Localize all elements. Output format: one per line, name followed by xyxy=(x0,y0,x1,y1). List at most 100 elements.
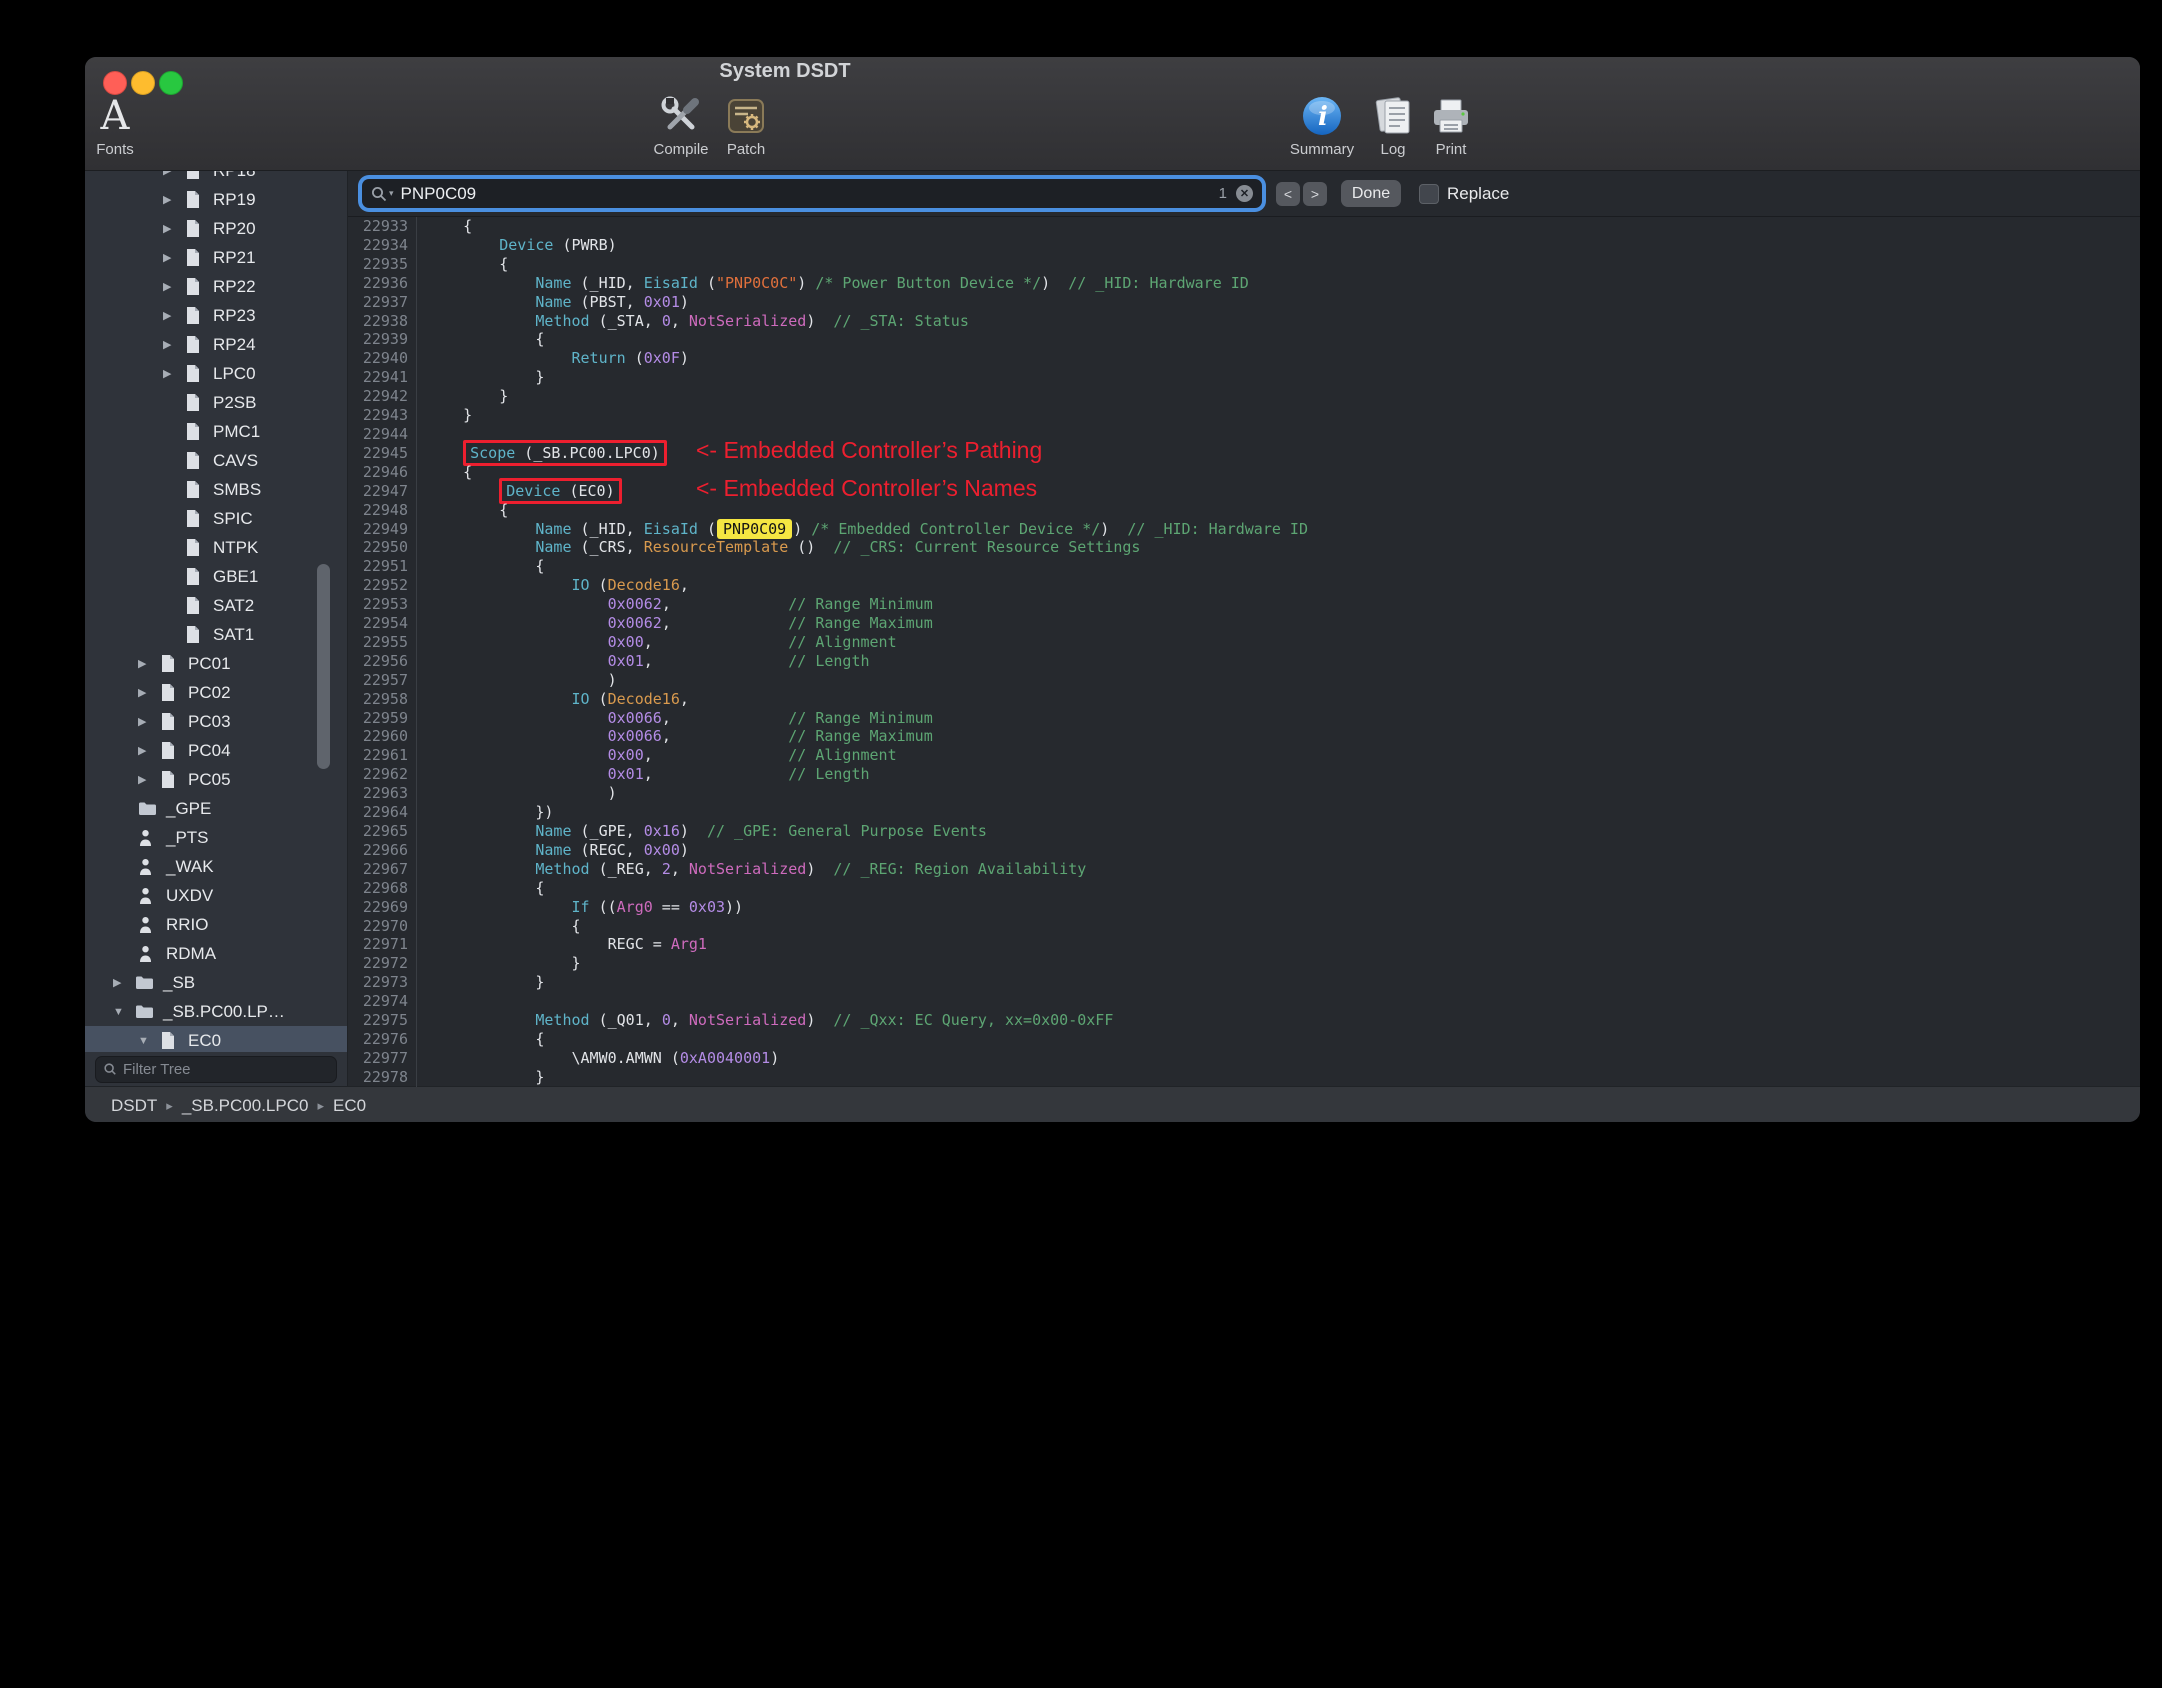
find-next-button[interactable]: > xyxy=(1303,181,1327,206)
code-line[interactable]: 22940 Return (0x0F) xyxy=(348,349,2140,368)
code-line[interactable]: 22964 }) xyxy=(348,803,2140,822)
tree-item-rrio[interactable]: RRIO xyxy=(85,910,347,939)
zoom-button[interactable] xyxy=(159,71,183,95)
tree-item-pc03[interactable]: ▶ PC03 xyxy=(85,707,347,736)
code-editor[interactable]: 22933 {22934 Device (PWRB) 22935 {22936 N… xyxy=(348,217,2140,1087)
code-line[interactable]: 22950 Name (_CRS, ResourceTemplate () //… xyxy=(348,538,2140,557)
done-button[interactable]: Done xyxy=(1341,180,1401,207)
code-line[interactable]: 22977 \AMW0.AMWN (0xA0040001) xyxy=(348,1049,2140,1068)
tree-item-rdma[interactable]: RDMA xyxy=(85,939,347,968)
tree-item-_wak[interactable]: _WAK xyxy=(85,852,347,881)
code-line[interactable]: 22937 Name (PBST, 0x01) xyxy=(348,293,2140,312)
disclosure-right-icon[interactable]: ▶ xyxy=(163,251,185,264)
search-field[interactable]: ▾ 1 ✕ xyxy=(362,179,1262,208)
disclosure-right-icon[interactable]: ▶ xyxy=(138,744,160,757)
code-line[interactable]: 22967 Method (_REG, 2, NotSerialized) //… xyxy=(348,860,2140,879)
code-line[interactable]: 22933 { xyxy=(348,217,2140,236)
code-line[interactable]: 22935 { xyxy=(348,255,2140,274)
close-button[interactable] xyxy=(103,71,127,95)
code-line[interactable]: 22943 } xyxy=(348,406,2140,425)
tree-item-uxdv[interactable]: UXDV xyxy=(85,881,347,910)
code-line[interactable]: 22960 0x0066, // Range Maximum xyxy=(348,727,2140,746)
disclosure-right-icon[interactable]: ▶ xyxy=(163,280,185,293)
clear-search-button[interactable]: ✕ xyxy=(1236,185,1253,202)
tree-item-_sb.pc00.lp…[interactable]: ▼ _SB.PC00.LP… xyxy=(85,997,347,1026)
disclosure-right-icon[interactable]: ▶ xyxy=(163,367,185,380)
breadcrumb-dsdt[interactable]: DSDT xyxy=(111,1096,157,1116)
code-line[interactable]: 22952 IO (Decode16, xyxy=(348,576,2140,595)
tree-item-lpc0[interactable]: ▶ LPC0 xyxy=(85,359,347,388)
tree-item-rp22[interactable]: ▶ RP22 xyxy=(85,272,347,301)
tree-item-ec0[interactable]: ▼ EC0 xyxy=(85,1026,347,1052)
code-line[interactable]: 22959 0x0066, // Range Minimum xyxy=(348,709,2140,728)
tree-item-rp20[interactable]: ▶ RP20 xyxy=(85,214,347,243)
search-input[interactable] xyxy=(398,182,1214,205)
disclosure-right-icon[interactable]: ▶ xyxy=(138,657,160,670)
code-line[interactable]: 22973 } xyxy=(348,973,2140,992)
code-line[interactable]: 22953 0x0062, // Range Minimum xyxy=(348,595,2140,614)
code-line[interactable]: 22948 { xyxy=(348,501,2140,520)
tree-item-gbe1[interactable]: GBE1 xyxy=(85,562,347,591)
code-line[interactable]: 22941 } xyxy=(348,368,2140,387)
code-line[interactable]: 22976 { xyxy=(348,1030,2140,1049)
disclosure-right-icon[interactable]: ▶ xyxy=(163,171,185,177)
disclosure-down-icon[interactable]: ▼ xyxy=(138,1035,160,1047)
disclosure-right-icon[interactable]: ▶ xyxy=(163,338,185,351)
sidebar-scrollbar[interactable] xyxy=(317,564,330,769)
tree-item-pmc1[interactable]: PMC1 xyxy=(85,417,347,446)
tree-item-pc04[interactable]: ▶ PC04 xyxy=(85,736,347,765)
code-line[interactable]: 22936 Name (_HID, EisaId ("PNP0C0C") /* … xyxy=(348,274,2140,293)
tree-item-_pts[interactable]: _PTS xyxy=(85,823,347,852)
toolbar-print-button[interactable]: Print xyxy=(1396,93,1506,158)
tree-item-rp18[interactable]: ▶ RP18 xyxy=(85,171,347,185)
replace-checkbox[interactable] xyxy=(1419,183,1439,204)
disclosure-right-icon[interactable]: ▶ xyxy=(138,686,160,699)
disclosure-right-icon[interactable]: ▶ xyxy=(113,976,135,989)
code-line[interactable]: 22957 ) xyxy=(348,671,2140,690)
tree-item-rp19[interactable]: ▶ RP19 xyxy=(85,185,347,214)
code-line[interactable]: 22938 Method (_STA, 0, NotSerialized) //… xyxy=(348,312,2140,331)
code-line[interactable]: 22934 Device (PWRB) xyxy=(348,236,2140,255)
code-line[interactable]: 22969 If ((Arg0 == 0x03)) xyxy=(348,898,2140,917)
disclosure-right-icon[interactable]: ▶ xyxy=(163,309,185,322)
disclosure-right-icon[interactable]: ▶ xyxy=(138,773,160,786)
breadcrumb-ec0[interactable]: EC0 xyxy=(333,1096,366,1116)
find-previous-button[interactable]: < xyxy=(1276,181,1300,206)
disclosure-down-icon[interactable]: ▼ xyxy=(113,1006,135,1018)
code-line[interactable]: 22965 Name (_GPE, 0x16) // _GPE: General… xyxy=(348,822,2140,841)
code-line[interactable]: 22942 } xyxy=(348,387,2140,406)
tree-item-pc05[interactable]: ▶ PC05 xyxy=(85,765,347,794)
disclosure-right-icon[interactable]: ▶ xyxy=(138,715,160,728)
code-line[interactable]: 22945 Scope (_SB.PC00.LPC0) <- Embedded C… xyxy=(348,438,2140,466)
code-line[interactable]: 22947 Device (EC0) <- Embedded Controller… xyxy=(348,476,2140,504)
code-line[interactable]: 22975 Method (_Q01, 0, NotSerialized) //… xyxy=(348,1011,2140,1030)
code-line[interactable]: 22978 } xyxy=(348,1068,2140,1087)
code-line[interactable]: 22962 0x01, // Length xyxy=(348,765,2140,784)
tree-item-rp21[interactable]: ▶ RP21 xyxy=(85,243,347,272)
minimize-button[interactable] xyxy=(131,71,155,95)
tree-item-_sb[interactable]: ▶ _SB xyxy=(85,968,347,997)
code-line[interactable]: 22971 REGC = Arg1 xyxy=(348,935,2140,954)
tree-item-ntpk[interactable]: NTPK xyxy=(85,533,347,562)
code-line[interactable]: 22970 { xyxy=(348,917,2140,936)
tree-item-rp23[interactable]: ▶ RP23 xyxy=(85,301,347,330)
code-line[interactable]: 22956 0x01, // Length xyxy=(348,652,2140,671)
code-line[interactable]: 22954 0x0062, // Range Maximum xyxy=(348,614,2140,633)
code-line[interactable]: 22939 { xyxy=(348,330,2140,349)
code-line[interactable]: 22958 IO (Decode16, xyxy=(348,690,2140,709)
code-line[interactable]: 22949 Name (_HID, EisaId (PNP0C09) /* Em… xyxy=(348,518,2140,539)
breadcrumb-scope[interactable]: _SB.PC00.LPC0 xyxy=(182,1096,309,1116)
tree-item-spic[interactable]: SPIC xyxy=(85,504,347,533)
code-line[interactable]: 22968 { xyxy=(348,879,2140,898)
toolbar-patch-button[interactable]: Patch xyxy=(691,93,801,158)
tree-item-smbs[interactable]: SMBS xyxy=(85,475,347,504)
tree-item-sat2[interactable]: SAT2 xyxy=(85,591,347,620)
code-line[interactable]: 22963 ) xyxy=(348,784,2140,803)
tree-item-_gpe[interactable]: _GPE xyxy=(85,794,347,823)
tree-item-pc02[interactable]: ▶ PC02 xyxy=(85,678,347,707)
code-line[interactable]: 22966 Name (REGC, 0x00) xyxy=(348,841,2140,860)
search-options-chevron-icon[interactable]: ▾ xyxy=(389,188,394,199)
tree-item-pc01[interactable]: ▶ PC01 xyxy=(85,649,347,678)
code-line[interactable]: 22961 0x00, // Alignment xyxy=(348,746,2140,765)
tree-item-cavs[interactable]: CAVS xyxy=(85,446,347,475)
